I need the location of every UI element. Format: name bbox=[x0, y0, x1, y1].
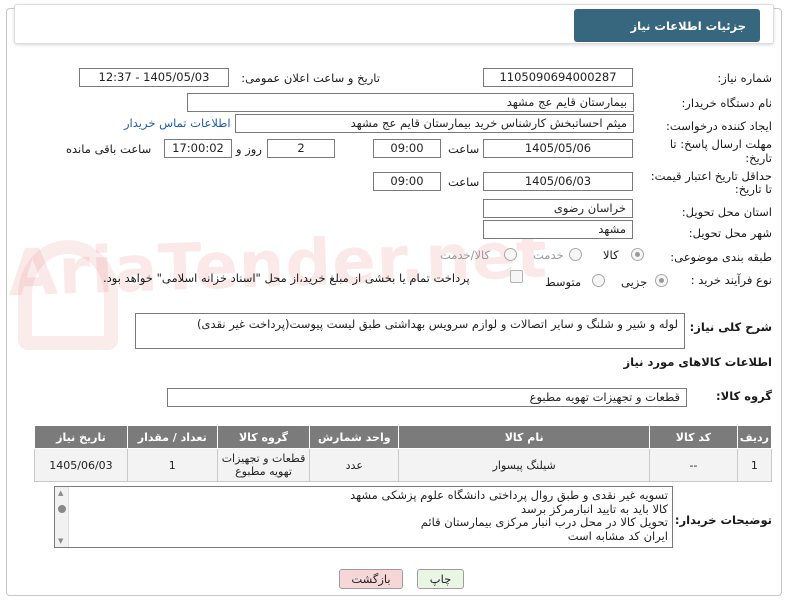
days-remaining-field: 2 bbox=[267, 139, 335, 158]
buyer-notes-label: توضیحات خریدار: bbox=[674, 513, 772, 527]
buyer-notes-textarea[interactable]: ▲ ▼ تسویه غیر نقدی و طبق روال پرداختی دا… bbox=[54, 486, 673, 548]
cell-group: قطعات و تجهیزات تهویه مطبوع bbox=[216, 448, 311, 482]
buyer-note-line: تحویل کالا در محل درب انبار مرکزی بیمارس… bbox=[420, 515, 668, 529]
col-name: نام کالا bbox=[398, 425, 651, 449]
scroll-up-icon[interactable]: ▲ bbox=[58, 489, 63, 497]
notes-scrollbar[interactable]: ▲ ▼ bbox=[55, 487, 69, 547]
summary-text: لوله و شیر و شلنگ و سایر اتصالات و لوازم… bbox=[197, 317, 678, 331]
category-label: طبقه بندی موضوعی: bbox=[670, 250, 772, 264]
deadline-time-label: ساعت bbox=[448, 142, 480, 156]
scroll-down-icon[interactable]: ▼ bbox=[58, 537, 63, 545]
min-price-label-2: تا تاریخ: bbox=[734, 182, 772, 196]
category-goods-label: کالا bbox=[603, 248, 619, 262]
process-medium-radio[interactable] bbox=[592, 274, 605, 287]
cell-date: 1405/06/03 bbox=[34, 448, 128, 482]
process-label: نوع فرآیند خرید : bbox=[690, 273, 772, 287]
category-both-radio[interactable] bbox=[504, 248, 517, 261]
cell-unit: عدد bbox=[309, 448, 400, 482]
goods-table-header: ردیف کد کالا نام کالا واحد شمارش گروه کا… bbox=[34, 425, 773, 449]
min-price-date-field: 1405/06/03 bbox=[483, 172, 633, 191]
days-label: روز و bbox=[236, 142, 262, 156]
min-price-time-label: ساعت bbox=[448, 175, 480, 189]
cell-qty: 1 bbox=[126, 448, 218, 482]
col-date: تاریخ نیاز bbox=[34, 425, 128, 449]
back-button[interactable]: بازگشت bbox=[339, 569, 403, 589]
remaining-time-field: 17:00:02 bbox=[164, 139, 232, 158]
deadline-label: مهلت ارسال پاسخ: تا bbox=[669, 137, 772, 151]
contact-info-link[interactable]: اطلاعات تماس خریدار bbox=[124, 116, 231, 130]
category-goods-radio[interactable] bbox=[631, 248, 644, 261]
col-code: کد کالا bbox=[649, 425, 738, 449]
buyer-note-line: تسویه غیر نقدی و طبق روال پرداختی دانشگا… bbox=[350, 488, 668, 502]
min-price-time-field: 09:00 bbox=[373, 172, 441, 191]
cell-name: شیلنگ پیسوار bbox=[398, 448, 651, 482]
need-number-label: شماره نیاز: bbox=[717, 71, 772, 85]
buyer-org-label: نام دستگاه خریدار: bbox=[681, 96, 772, 110]
summary-label: شرح کلی نیاز: bbox=[689, 320, 772, 334]
treasury-payment-note: پرداخت تمام یا بخشی از مبلغ خرید،از محل … bbox=[103, 271, 470, 285]
goods-group-label: گروه کالا: bbox=[716, 389, 772, 403]
buyer-notes-lines: تسویه غیر نقدی و طبق روال پرداختی دانشگا… bbox=[350, 488, 668, 543]
deadline-date-field: 1405/05/06 bbox=[483, 139, 633, 158]
cell-code: -- bbox=[649, 448, 738, 482]
announce-field: 1405/05/03 - 12:37 bbox=[79, 68, 229, 87]
goods-section-title: اطلاعات کالاهای مورد نیاز bbox=[623, 355, 772, 369]
summary-textarea[interactable]: لوله و شیر و شلنگ و سایر اتصالات و لوازم… bbox=[135, 313, 685, 349]
city-field: مشهد bbox=[483, 220, 633, 239]
buyer-org-field: بیمارستان قایم عج مشهد bbox=[187, 93, 634, 112]
category-both-label: کالا/خدمت bbox=[440, 248, 491, 262]
table-row: 1 -- شیلنگ پیسوار عدد قطعات و تجهیزات ته… bbox=[34, 448, 773, 482]
deadline-time-field: 09:00 bbox=[373, 139, 441, 158]
goods-table: ردیف کد کالا نام کالا واحد شمارش گروه کا… bbox=[34, 425, 773, 482]
category-service-label: خدمت bbox=[533, 248, 564, 262]
print-button[interactable]: چاپ bbox=[417, 569, 464, 589]
col-unit: واحد شمارش bbox=[309, 425, 400, 449]
process-minor-label: جزیی bbox=[621, 275, 648, 289]
city-label: شهر محل تحویل: bbox=[688, 226, 772, 240]
category-service-radio[interactable] bbox=[569, 248, 582, 261]
remaining-label: ساعت باقی مانده bbox=[66, 142, 152, 156]
goods-group-field: قطعات و تجهیزات تهویه مطبوع bbox=[167, 388, 687, 407]
buyer-note-line: ایران کد مشابه است bbox=[567, 528, 668, 543]
buyer-note-line: کالا باید به تایید انبارمرکز برسد bbox=[520, 501, 668, 516]
col-row: ردیف bbox=[736, 425, 773, 449]
need-number-field: 1105090694000287 bbox=[483, 68, 633, 87]
creator-label: ایجاد کننده درخواست: bbox=[666, 119, 772, 133]
announce-label: تاریخ و ساعت اعلان عمومی: bbox=[241, 71, 380, 85]
treasury-payment-checkbox[interactable] bbox=[510, 270, 523, 283]
process-medium-label: متوسط bbox=[545, 275, 582, 289]
province-label: استان محل تحویل: bbox=[681, 205, 772, 219]
province-field: خراسان رضوی bbox=[483, 199, 633, 218]
min-price-label: حداقل تاریخ اعتبار قیمت: bbox=[650, 169, 772, 183]
cell-row: 1 bbox=[736, 448, 773, 482]
col-qty: تعداد / مقدار bbox=[126, 425, 218, 449]
col-group: گروه کالا bbox=[216, 425, 311, 449]
creator-field: میثم احساتبخش کارشناس خرید بیمارستان قای… bbox=[235, 114, 634, 133]
process-minor-radio[interactable] bbox=[655, 274, 668, 287]
scroll-thumb[interactable] bbox=[58, 505, 66, 513]
page-title: جزئیات اطلاعات نیاز bbox=[574, 9, 760, 42]
deadline-label-2: تاریخ: bbox=[745, 151, 772, 165]
